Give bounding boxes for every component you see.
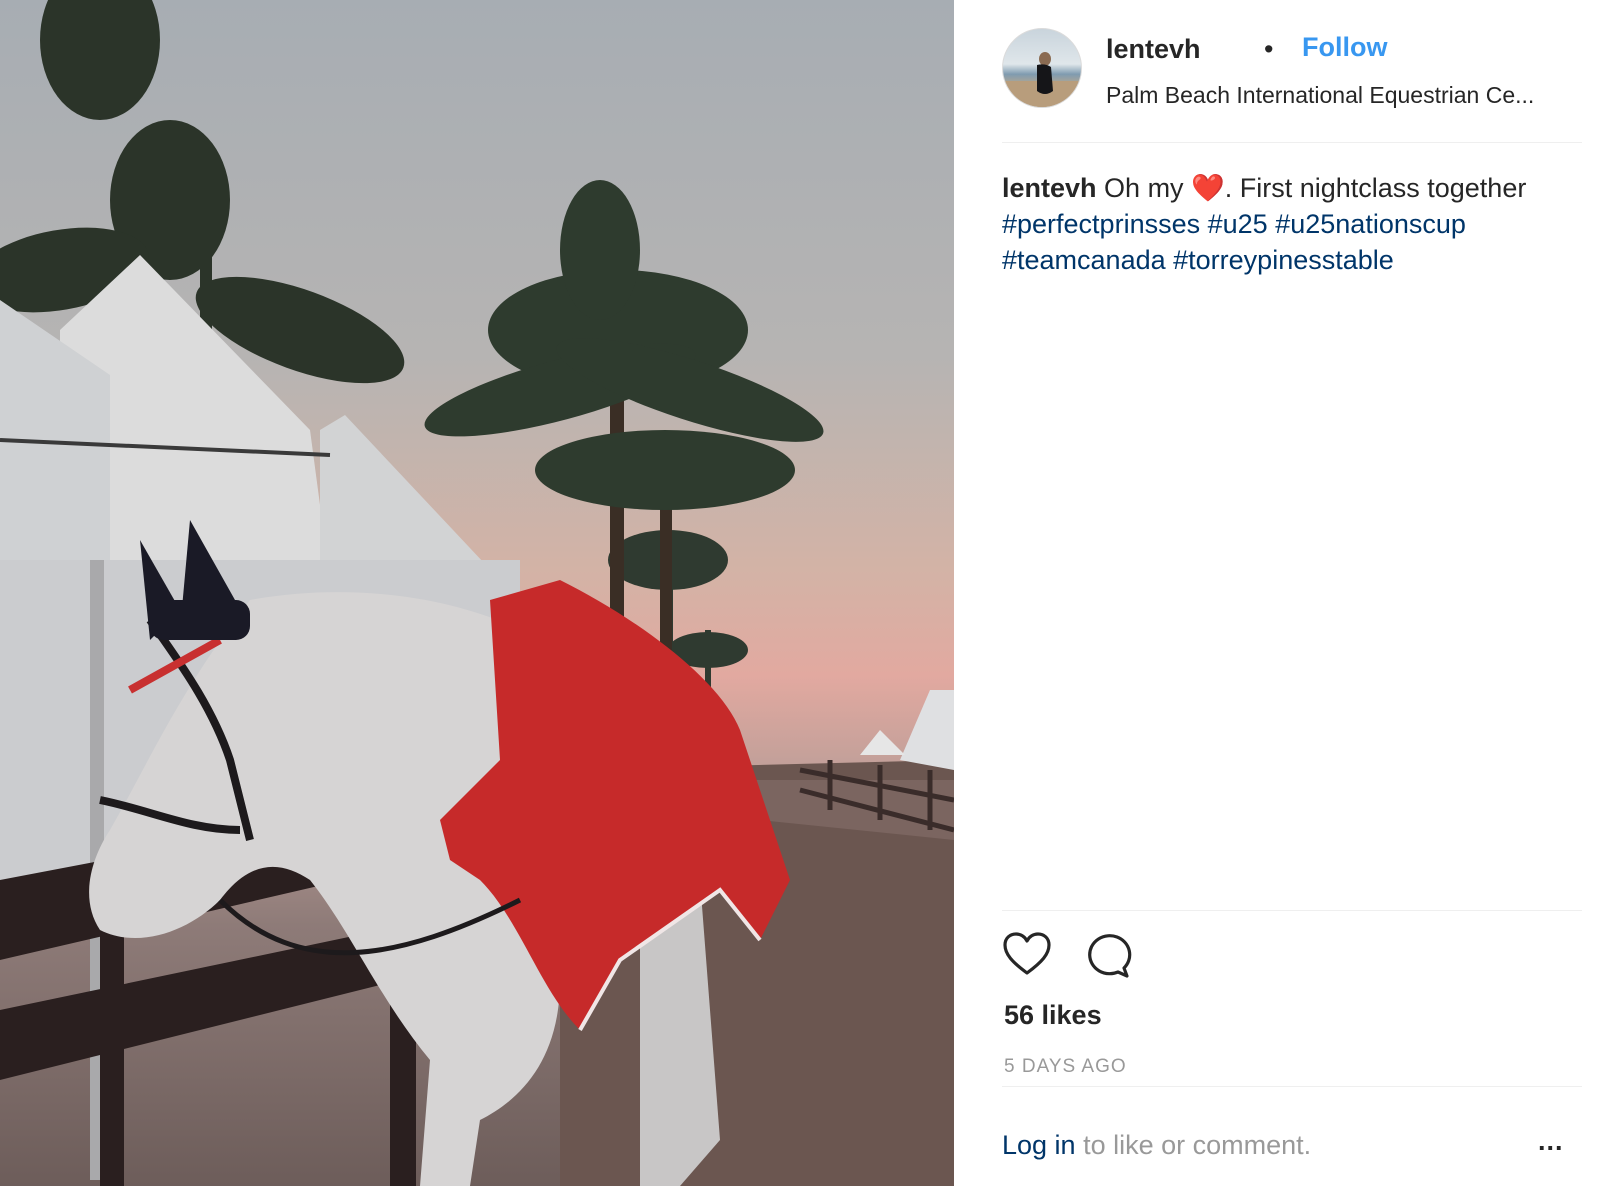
footer-divider [1002, 1086, 1582, 1087]
heart-icon[interactable] [1002, 930, 1052, 980]
comment-bubble-icon[interactable] [1082, 930, 1132, 980]
post-location[interactable]: Palm Beach International Equestrian Ce..… [1106, 82, 1576, 109]
post-caption: lentevh Oh my ❤️. First nightclass toget… [1002, 170, 1582, 278]
login-prompt: Log in to like or comment. [1002, 1130, 1311, 1161]
post-photo[interactable] [0, 0, 954, 1186]
hashtag[interactable]: #teamcanada [1002, 245, 1166, 275]
post-username[interactable]: lentevh [1106, 34, 1201, 65]
hashtag[interactable]: #perfectprinsses [1002, 209, 1200, 239]
post-side-panel: lentevh • Follow Palm Beach Internationa… [954, 0, 1608, 1186]
post-header: lentevh • Follow Palm Beach Internationa… [1002, 28, 1582, 110]
more-options-icon[interactable]: ... [1538, 1126, 1564, 1157]
login-prompt-text: to like or comment. [1075, 1130, 1312, 1160]
separator-dot: • [1264, 34, 1274, 64]
hashtag[interactable]: #u25 [1208, 209, 1268, 239]
photo-illustration [0, 0, 954, 1186]
heart-emoji: ❤️ [1191, 173, 1225, 203]
caption-username[interactable]: lentevh [1002, 173, 1097, 203]
caption-text-after: . First nightclass together [1224, 173, 1527, 203]
caption-text-before: Oh my [1104, 173, 1184, 203]
avatar-image [1003, 52, 1081, 107]
hashtag[interactable]: #u25nationscup [1275, 209, 1466, 239]
likes-count[interactable]: 56 likes [1004, 1000, 1102, 1031]
header-divider [1002, 142, 1582, 143]
actions-divider [1002, 910, 1582, 911]
post-time[interactable]: 5 DAYS AGO [1004, 1056, 1127, 1078]
hashtag[interactable]: #torreypinesstable [1173, 245, 1394, 275]
avatar[interactable] [1002, 28, 1082, 108]
login-link[interactable]: Log in [1002, 1130, 1076, 1160]
follow-button[interactable]: Follow [1302, 32, 1387, 63]
